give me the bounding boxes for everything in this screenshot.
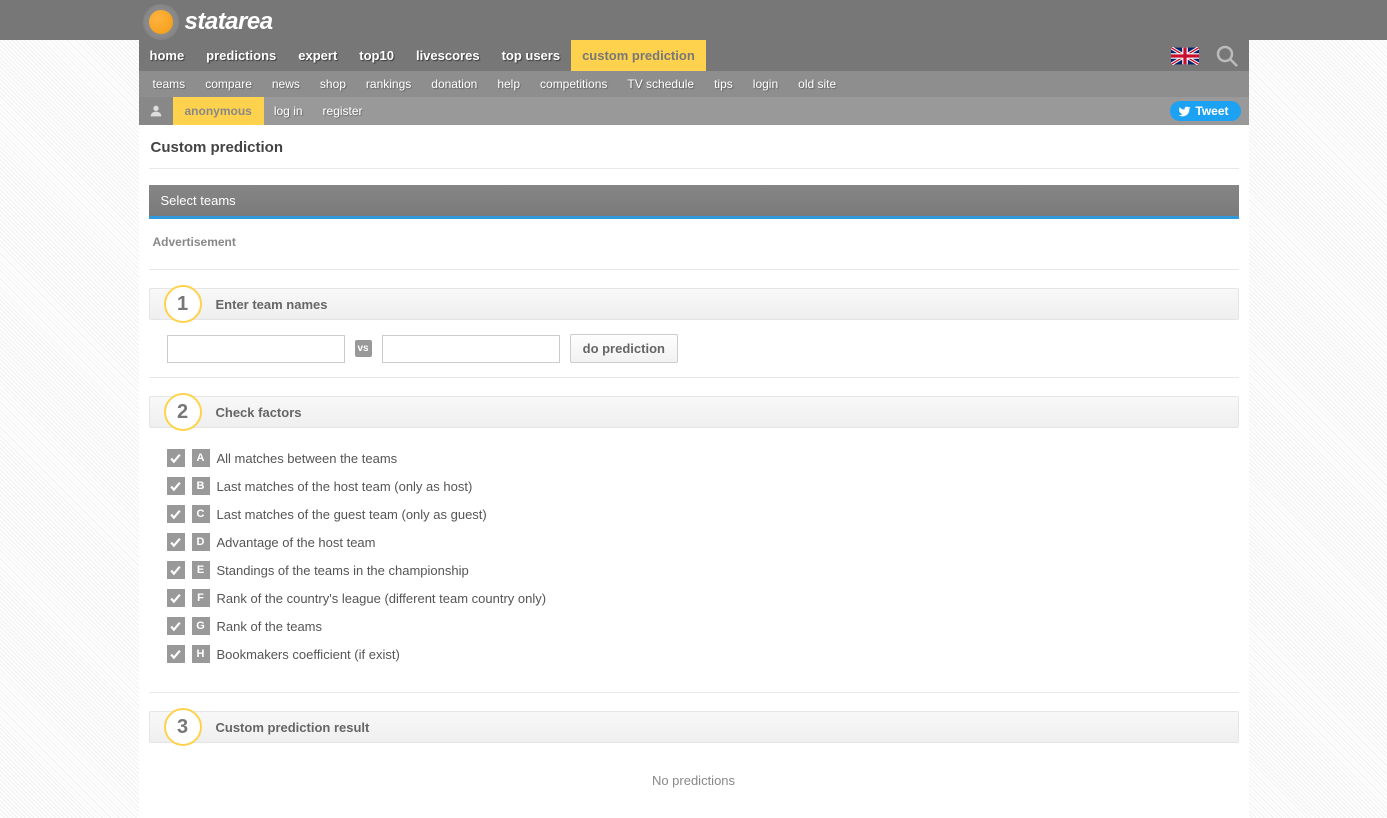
tweet-label: Tweet <box>1195 104 1228 118</box>
factor-row: C Last matches of the guest team (only as… <box>157 500 1231 528</box>
user-bar: anonymous log in register Tweet <box>139 97 1249 125</box>
step-2-number: 2 <box>164 393 202 431</box>
factor-text: Advantage of the host team <box>217 535 376 550</box>
checkmark-icon <box>169 564 182 577</box>
user-icon <box>139 97 173 125</box>
login-link[interactable]: log in <box>264 97 313 125</box>
nav-sub: teamscomparenewsshoprankingsdonationhelp… <box>139 71 1249 97</box>
nav-sub-item[interactable]: teams <box>143 71 196 97</box>
nav-sub-item[interactable]: compare <box>195 71 262 97</box>
step-3-number: 3 <box>164 708 202 746</box>
checkmark-icon <box>169 648 182 661</box>
do-prediction-button[interactable]: do prediction <box>570 334 678 363</box>
factor-row: A All matches between the teams <box>157 444 1231 472</box>
vs-label: vs <box>355 340 372 357</box>
factor-row: B Last matches of the host team (only as … <box>157 472 1231 500</box>
checkmark-icon <box>169 508 182 521</box>
factor-text: Last matches of the host team (only as h… <box>217 479 473 494</box>
factor-letter: D <box>192 533 210 551</box>
nav-sub-item[interactable]: news <box>262 71 310 97</box>
factor-letter: B <box>192 477 210 495</box>
nav-sub-item[interactable]: TV schedule <box>617 71 704 97</box>
factor-text: Standings of the teams in the championsh… <box>217 563 469 578</box>
nav-sub-item[interactable]: login <box>743 71 788 97</box>
nav-sub-item[interactable]: shop <box>310 71 356 97</box>
factor-row: H Bookmakers coefficient (if exist) <box>157 640 1231 668</box>
nav-sub-item[interactable]: tips <box>704 71 743 97</box>
factor-letter: H <box>192 645 210 663</box>
factor-text: Rank of the country's league (different … <box>217 591 547 606</box>
guest-team-input[interactable] <box>382 335 560 363</box>
step-1-header: 1 Enter team names <box>149 288 1239 320</box>
nav-sub-item[interactable]: donation <box>421 71 487 97</box>
nav-main-item[interactable]: home <box>139 40 196 71</box>
panel-select-teams: Select teams <box>149 185 1239 219</box>
step-1-label: Enter team names <box>216 297 328 312</box>
checkmark-icon <box>169 620 182 633</box>
factor-row: D Advantage of the host team <box>157 528 1231 556</box>
factor-row: E Standings of the teams in the champions… <box>157 556 1231 584</box>
twitter-icon <box>1178 105 1191 118</box>
tweet-button[interactable]: Tweet <box>1170 101 1240 121</box>
nav-main-item[interactable]: top users <box>491 40 572 71</box>
factor-letter: E <box>192 561 210 579</box>
host-team-input[interactable] <box>167 335 345 363</box>
nav-sub-item[interactable]: competitions <box>530 71 617 97</box>
factor-checkbox[interactable] <box>167 617 185 635</box>
step-3-label: Custom prediction result <box>216 720 370 735</box>
search-icon[interactable] <box>1215 44 1239 68</box>
factor-row: G Rank of the teams <box>157 612 1231 640</box>
nav-sub-item[interactable]: old site <box>788 71 846 97</box>
nav-sub-item[interactable]: rankings <box>356 71 421 97</box>
factor-letter: C <box>192 505 210 523</box>
step-2-header: 2 Check factors <box>149 396 1239 428</box>
factor-text: Rank of the teams <box>217 619 323 634</box>
nav-main: homepredictionsexperttop10livescorestop … <box>139 40 1249 71</box>
factor-text: Last matches of the guest team (only as … <box>217 507 487 522</box>
checkmark-icon <box>169 592 182 605</box>
brand-name: statarea <box>185 8 273 36</box>
factor-checkbox[interactable] <box>167 449 185 467</box>
factors-list: A All matches between the teams B Last matc… <box>149 428 1239 693</box>
nav-main-item[interactable]: livescores <box>405 40 491 71</box>
language-flag-uk[interactable] <box>1171 47 1199 65</box>
checkmark-icon <box>169 452 182 465</box>
step-1-number: 1 <box>164 285 202 323</box>
nav-main-item[interactable]: predictions <box>195 40 287 71</box>
factor-checkbox[interactable] <box>167 589 185 607</box>
factor-letter: G <box>192 617 210 635</box>
step-2-label: Check factors <box>216 405 302 420</box>
logo-icon <box>143 4 179 40</box>
nav-main-item[interactable]: expert <box>287 40 348 71</box>
user-status: anonymous <box>173 97 264 125</box>
factor-checkbox[interactable] <box>167 645 185 663</box>
page-title: Custom prediction <box>149 125 1239 169</box>
nav-main-item[interactable]: custom prediction <box>571 40 706 71</box>
checkmark-icon <box>169 536 182 549</box>
factor-text: Bookmakers coefficient (if exist) <box>217 647 400 662</box>
no-predictions-text: No predictions <box>149 743 1239 798</box>
factor-checkbox[interactable] <box>167 505 185 523</box>
advertisement-label: Advertisement <box>149 219 1239 270</box>
nav-sub-item[interactable]: help <box>487 71 530 97</box>
checkmark-icon <box>169 480 182 493</box>
factor-letter: A <box>192 449 210 467</box>
factor-checkbox[interactable] <box>167 561 185 579</box>
factor-checkbox[interactable] <box>167 533 185 551</box>
factor-checkbox[interactable] <box>167 477 185 495</box>
nav-main-item[interactable]: top10 <box>348 40 405 71</box>
step-3-header: 3 Custom prediction result <box>149 711 1239 743</box>
factor-row: F Rank of the country's league (different… <box>157 584 1231 612</box>
register-link[interactable]: register <box>313 97 373 125</box>
factor-text: All matches between the teams <box>217 451 398 466</box>
factor-letter: F <box>192 589 210 607</box>
